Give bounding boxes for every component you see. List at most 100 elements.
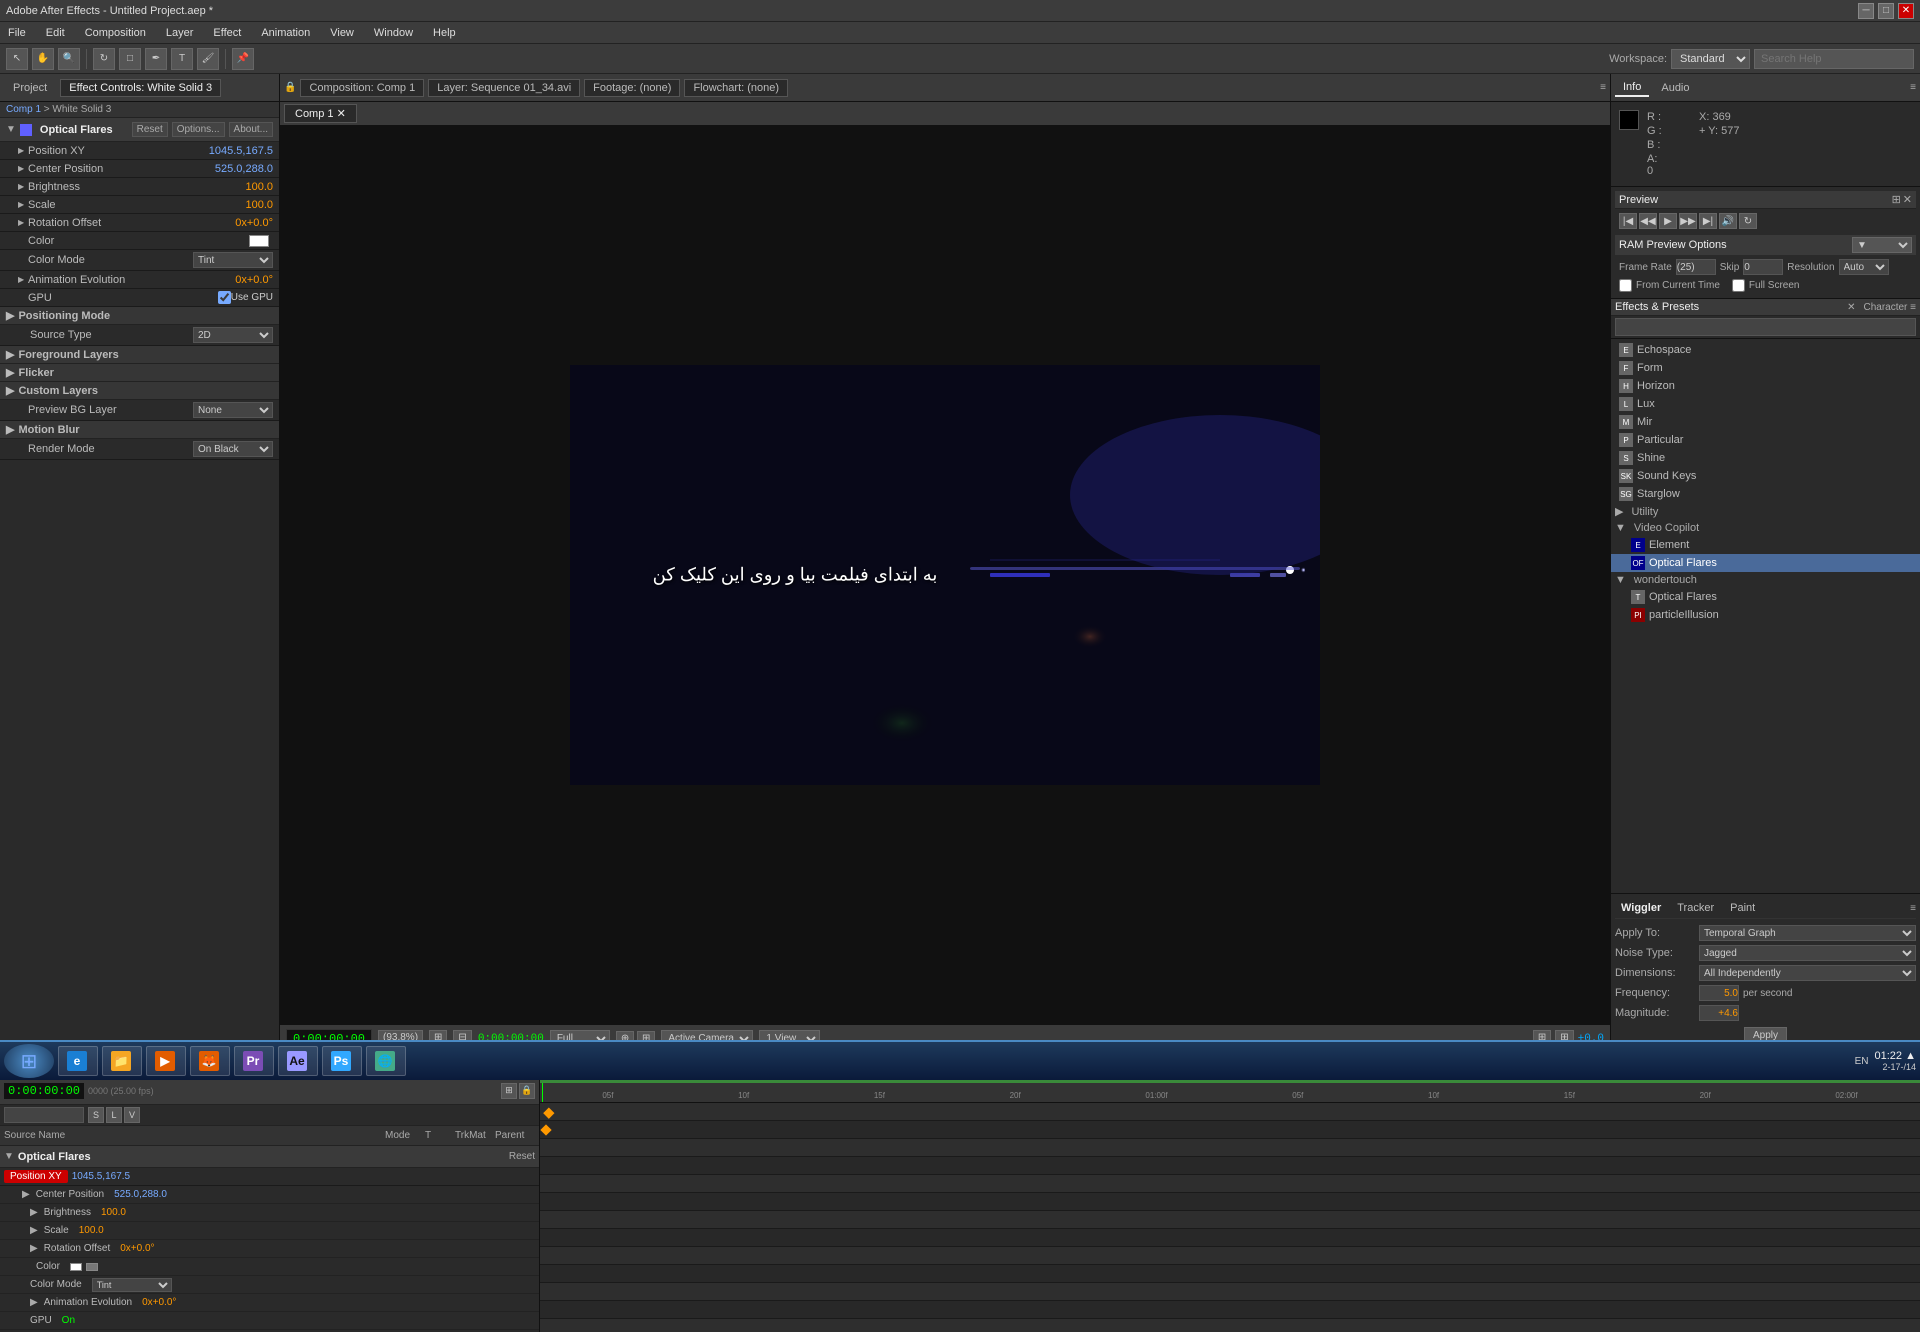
tl-btn-enable[interactable]: ⊞ — [501, 1083, 517, 1099]
effect-item-lux[interactable]: L Lux — [1611, 395, 1920, 413]
effect-item-starglow[interactable]: SG Starglow — [1611, 485, 1920, 503]
resolution-preview-select[interactable]: AutoFull — [1839, 259, 1889, 275]
effect-item-twitch[interactable]: T Optical Flares — [1611, 588, 1920, 606]
magnitude-input[interactable] — [1699, 1005, 1739, 1021]
comp-tab-layer[interactable]: Layer: Sequence 01_34.avi — [428, 79, 580, 97]
workspace-select[interactable]: Standard All Panels Minimal — [1671, 49, 1750, 69]
wiggler-menu[interactable]: ≡ — [1910, 903, 1916, 914]
tool-pin[interactable]: 📌 — [232, 48, 254, 70]
preview-loop[interactable]: ↻ — [1739, 213, 1757, 229]
effect-item-form[interactable]: F Form — [1611, 359, 1920, 377]
custom-layers-section[interactable]: ▶ Custom Layers — [0, 382, 279, 400]
tl-solo-btn[interactable]: S — [88, 1107, 104, 1123]
comp1-tab[interactable]: Comp 1 ✕ — [284, 104, 357, 123]
menu-item-file[interactable]: File — [4, 25, 30, 41]
apply-to-select[interactable]: Temporal GraphSpatial Path — [1699, 925, 1916, 941]
maximize-btn[interactable]: □ — [1878, 3, 1894, 19]
taskbar-browser[interactable]: 🌐 — [366, 1046, 406, 1076]
comp-panel-menu[interactable]: ≡ — [1600, 82, 1606, 93]
tool-hand[interactable]: ✋ — [32, 48, 54, 70]
effect-item-element[interactable]: E Element — [1611, 536, 1920, 554]
preview-close[interactable]: ✕ — [1903, 193, 1912, 206]
start-button[interactable]: ⊞ — [4, 1044, 54, 1078]
effect-reset-btn[interactable]: Reset — [132, 122, 168, 137]
taskbar-after-effects[interactable]: Ae — [278, 1046, 318, 1076]
wondertouch-category[interactable]: ▼ wondertouch — [1611, 572, 1920, 588]
comp-tab-composition[interactable]: Composition: Comp 1 — [300, 79, 424, 97]
menu-item-help[interactable]: Help — [429, 25, 460, 41]
tab-info[interactable]: Info — [1615, 79, 1649, 97]
skip-input[interactable] — [1743, 259, 1783, 275]
effect-item-shine[interactable]: S Shine — [1611, 449, 1920, 467]
ram-preview-select[interactable]: ▼ — [1852, 237, 1912, 253]
effects-close[interactable]: ✕ — [1847, 302, 1855, 313]
color-mode-select[interactable]: TintNormal — [193, 252, 273, 268]
full-screen-cb[interactable] — [1732, 279, 1745, 292]
preview-play[interactable]: ▶ — [1659, 213, 1677, 229]
noise-type-select[interactable]: JaggedSmooth — [1699, 945, 1916, 961]
tl-color-mode-select[interactable]: Tint — [92, 1278, 172, 1292]
tl-btn-lock[interactable]: 🔒 — [519, 1083, 535, 1099]
menu-item-layer[interactable]: Layer — [162, 25, 198, 41]
effect-item-sound-keys[interactable]: SK Sound Keys — [1611, 467, 1920, 485]
tl-search-input[interactable] — [4, 1107, 84, 1123]
menu-item-animation[interactable]: Animation — [257, 25, 314, 41]
render-mode-select[interactable]: On BlackTransparentOn Color Layer — [193, 441, 273, 457]
comp-tab-footage[interactable]: Footage: (none) — [584, 79, 680, 97]
taskbar-firefox[interactable]: 🦊 — [190, 1046, 230, 1076]
tab-project[interactable]: Project — [4, 79, 56, 97]
taskbar-ie[interactable]: e — [58, 1046, 98, 1076]
effect-collapse-btn[interactable]: ▼ — [6, 124, 16, 135]
right-panel-menu[interactable]: ≡ — [1910, 82, 1916, 93]
menu-item-effect[interactable]: Effect — [209, 25, 245, 41]
effect-options-btn[interactable]: Options... — [172, 122, 225, 137]
source-type-select[interactable]: 2D3D — [193, 327, 273, 343]
taskbar-premiere[interactable]: Pr — [234, 1046, 274, 1076]
tl-time-display[interactable]: 0:00:00:00 — [4, 1083, 84, 1099]
menu-item-composition[interactable]: Composition — [81, 25, 150, 41]
tool-text[interactable]: T — [171, 48, 193, 70]
preview-bg-select[interactable]: None — [193, 402, 273, 418]
tool-zoom[interactable]: 🔍 — [58, 48, 80, 70]
search-help-input[interactable] — [1754, 49, 1914, 69]
motion-blur-section[interactable]: ▶ Motion Blur — [0, 421, 279, 439]
wiggler-tab[interactable]: Wiggler — [1615, 900, 1667, 916]
tl-vis-btn[interactable]: V — [124, 1107, 140, 1123]
frame-rate-input[interactable] — [1676, 259, 1716, 275]
tool-rotate[interactable]: ↻ — [93, 48, 115, 70]
paint-tab[interactable]: Paint — [1724, 900, 1761, 916]
tool-shape[interactable]: □ — [119, 48, 141, 70]
preview-next-frame[interactable]: ▶▶ — [1679, 213, 1697, 229]
character-tab[interactable]: Character ≡ — [1863, 302, 1916, 313]
taskbar-wmp[interactable]: ▶ — [146, 1046, 186, 1076]
video-copilot-category[interactable]: ▼ Video Copilot — [1611, 520, 1920, 536]
tracker-tab[interactable]: Tracker — [1671, 900, 1720, 916]
effect-about-btn[interactable]: About... — [229, 122, 273, 137]
tab-effect-controls[interactable]: Effect Controls: White Solid 3 — [60, 79, 221, 97]
utility-category[interactable]: ▶ Utility — [1611, 503, 1920, 520]
effect-item-horizon[interactable]: H Horizon — [1611, 377, 1920, 395]
effect-item-optical-flares[interactable]: OF Optical Flares — [1611, 554, 1920, 572]
preview-expand[interactable]: ⊞ — [1892, 193, 1901, 206]
tool-brush[interactable]: 🖌 — [197, 48, 219, 70]
comp-tab-flowchart[interactable]: Flowchart: (none) — [684, 79, 788, 97]
preview-prev-frame[interactable]: ◀◀ — [1639, 213, 1657, 229]
taskbar-photoshop[interactable]: Ps — [322, 1046, 362, 1076]
frequency-input[interactable] — [1699, 985, 1739, 1001]
dimensions-select[interactable]: All Independently — [1699, 965, 1916, 981]
preview-first-frame[interactable]: |◀ — [1619, 213, 1637, 229]
comp-tab-lock[interactable]: 🔒 — [284, 82, 296, 93]
preview-audio[interactable]: 🔊 — [1719, 213, 1737, 229]
effect-item-echospace[interactable]: E Echospace — [1611, 341, 1920, 359]
menu-item-edit[interactable]: Edit — [42, 25, 69, 41]
taskbar-explorer[interactable]: 📁 — [102, 1046, 142, 1076]
foreground-layers-section[interactable]: ▶ Foreground Layers — [0, 346, 279, 364]
effect-item-mir[interactable]: M Mir — [1611, 413, 1920, 431]
close-btn[interactable]: ✕ — [1898, 3, 1914, 19]
tl-lock-btn[interactable]: L — [106, 1107, 122, 1123]
tool-select[interactable]: ↖ — [6, 48, 28, 70]
menu-item-window[interactable]: Window — [370, 25, 417, 41]
effect-item-particular[interactable]: P Particular — [1611, 431, 1920, 449]
flicker-section[interactable]: ▶ Flicker — [0, 364, 279, 382]
color-swatch[interactable] — [249, 235, 269, 247]
